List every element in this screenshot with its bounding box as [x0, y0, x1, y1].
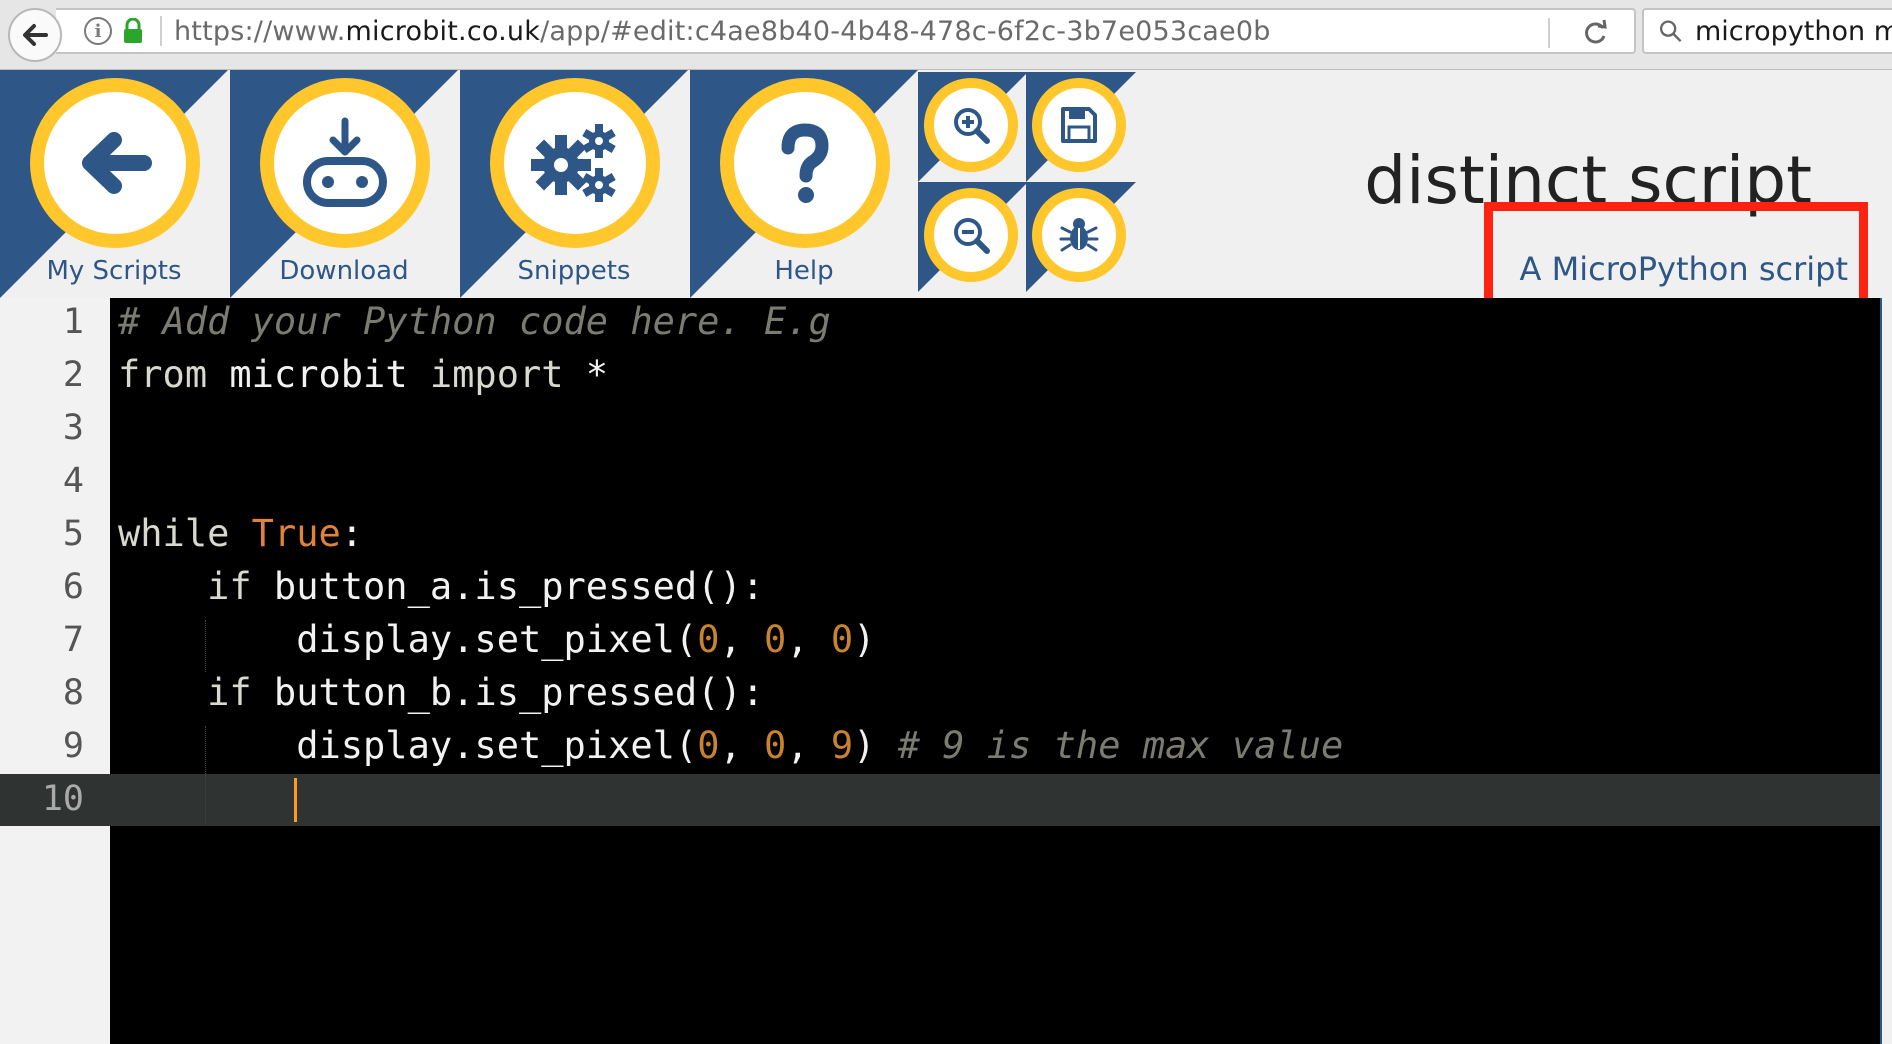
address-bar[interactable]: i https://www.microbit.co.uk/app/#edit:c… — [56, 8, 1636, 54]
save-button[interactable] — [1026, 72, 1136, 182]
help-label: Help — [774, 256, 834, 286]
back-button[interactable] — [8, 8, 62, 62]
snippets-label: Snippets — [517, 256, 631, 286]
code-editor[interactable]: 1 2 3 4 5 6 7 8 9 10 # Add your Python c… — [0, 298, 1880, 1044]
zoom-in-icon — [954, 108, 990, 144]
code-line-2: from microbit import * — [118, 353, 609, 396]
reload-icon[interactable] — [1578, 16, 1612, 50]
snippets-button[interactable]: Snippets — [460, 70, 688, 298]
search-icon — [1659, 20, 1682, 42]
line-number: 9 — [62, 726, 84, 766]
search-text: micropython m — [1694, 15, 1892, 47]
site-info-icon[interactable]: i — [84, 17, 112, 45]
my-scripts-label: My Scripts — [46, 256, 182, 286]
bug-icon — [1059, 218, 1099, 252]
line-number: 8 — [62, 673, 84, 713]
download-button[interactable]: Download — [230, 70, 458, 298]
line-number: 5 — [62, 514, 84, 554]
save-icon — [1061, 107, 1097, 143]
line-number: 2 — [62, 355, 84, 395]
browser-search-input[interactable]: micropython m — [1642, 8, 1892, 54]
arrow-left-icon — [82, 132, 152, 194]
microbit-download-icon — [303, 117, 387, 207]
line-number: 7 — [62, 620, 84, 660]
line-number: 3 — [62, 408, 84, 448]
my-scripts-button[interactable]: My Scripts — [0, 70, 228, 298]
help-button[interactable]: Help — [690, 70, 918, 298]
url-separator — [160, 16, 162, 46]
reload-separator — [1548, 18, 1550, 48]
code-line-9: display.set_pixel(0, 0, 9) # 9 is the ma… — [118, 724, 1344, 767]
line-number: 6 — [62, 567, 84, 607]
zoom-out-icon — [954, 218, 990, 254]
text-cursor — [294, 778, 297, 822]
code-line-1: # Add your Python code here. E.g — [118, 300, 831, 343]
zoom-out-button[interactable] — [918, 182, 1028, 292]
code-line-6: if button_a.is_pressed(): — [118, 565, 765, 608]
question-icon — [781, 123, 829, 203]
download-label: Download — [279, 256, 409, 286]
lock-icon — [122, 17, 144, 44]
browser-toolbar: i https://www.microbit.co.uk/app/#edit:c… — [0, 0, 1892, 70]
zoom-in-button[interactable] — [918, 72, 1028, 182]
line-number-active: 10 — [41, 779, 84, 819]
debug-button[interactable] — [1026, 182, 1136, 292]
gears-icon — [531, 124, 616, 202]
code-line-5: while True: — [118, 512, 364, 555]
back-arrow-icon — [23, 24, 48, 46]
code-line-8: if button_b.is_pressed(): — [118, 671, 765, 714]
active-line-highlight — [0, 774, 1880, 826]
line-number: 4 — [62, 461, 84, 501]
line-number: 1 — [62, 302, 84, 342]
scrollbar-track-line — [1880, 298, 1882, 1044]
code-line-7: display.set_pixel(0, 0, 0) — [118, 618, 876, 661]
url-text[interactable]: https://www.microbit.co.uk/app/#edit:c4a… — [174, 16, 1271, 47]
